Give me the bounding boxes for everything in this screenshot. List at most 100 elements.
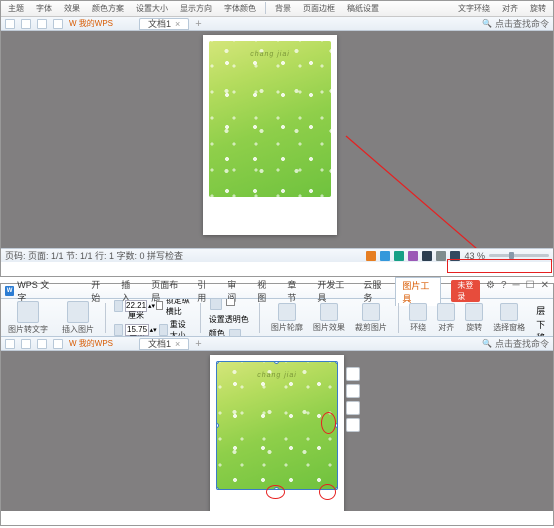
add-tab-icon[interactable]: + xyxy=(195,338,201,350)
compress-icon[interactable] xyxy=(229,329,241,338)
float-rotate-icon[interactable] xyxy=(346,401,360,415)
save-icon[interactable] xyxy=(5,339,15,349)
tab-cloud[interactable]: 云服务 xyxy=(357,277,393,306)
search-hint[interactable]: 🔍 点击查找命令 xyxy=(482,17,549,30)
ribbon-group: 文字环绕 xyxy=(455,3,493,14)
quick-access-toolbar-bot: W 我的WPS 文档1 × + 🔍 点击查找命令 xyxy=(1,337,553,351)
title-bar: W WPS 文字 开始 插入 页面布局 引用 审阅 视图 章节 开发工具 云服务… xyxy=(1,284,553,299)
selection-handle-tl[interactable] xyxy=(216,361,219,364)
status-icon[interactable] xyxy=(422,251,432,261)
document-tab[interactable]: 文档1× xyxy=(139,18,189,30)
ribbon-btn-outline[interactable]: 图片轮廓 xyxy=(268,303,306,333)
close-tab-icon[interactable]: × xyxy=(175,339,180,349)
tab-section[interactable]: 章节 xyxy=(281,277,309,306)
selection-handle-ml[interactable] xyxy=(216,423,219,428)
wps-label: W 我的WPS xyxy=(69,338,113,349)
float-layout-icon[interactable] xyxy=(346,367,360,381)
save-icon[interactable] xyxy=(5,19,15,29)
ribbon-group: 对齐 xyxy=(499,3,521,14)
status-icon[interactable] xyxy=(408,251,418,261)
undo-icon[interactable] xyxy=(21,19,31,29)
bring-forward[interactable]: 上移一层 xyxy=(536,299,549,317)
document-page: chang jiai xyxy=(203,35,337,235)
document-canvas-bot[interactable]: chang jiai xyxy=(1,351,553,511)
member-badge[interactable]: 未登录 xyxy=(451,280,480,302)
status-icon[interactable] xyxy=(436,251,446,261)
undo-icon[interactable] xyxy=(21,339,31,349)
status-icon[interactable] xyxy=(450,251,460,261)
ribbon-btn-crop[interactable]: 裁剪图片 xyxy=(352,303,390,333)
tab-view[interactable]: 视图 xyxy=(251,277,279,306)
status-icon[interactable] xyxy=(366,251,376,261)
tab-developer[interactable]: 开发工具 xyxy=(311,277,355,306)
lock-aspect-checkbox[interactable] xyxy=(156,301,163,310)
close-tab-icon[interactable]: × xyxy=(175,19,180,29)
wps-logo-icon: W xyxy=(5,286,14,296)
page-background-stationery-selected[interactable]: chang jiai xyxy=(216,361,338,490)
selection-handle-bc[interactable] xyxy=(274,487,279,490)
redo-icon[interactable] xyxy=(37,19,47,29)
style-group: 图片轮廓 图片效果 裁剪图片 xyxy=(268,303,390,333)
float-more-icon[interactable] xyxy=(346,418,360,432)
status-icon[interactable] xyxy=(380,251,390,261)
send-backward[interactable]: 下移一层 xyxy=(536,318,549,337)
maximize-icon[interactable]: ☐ xyxy=(526,280,535,302)
redo-icon[interactable] xyxy=(37,339,47,349)
ribbon-group: 主题 xyxy=(5,3,27,14)
ribbon-group: 颜色方案 xyxy=(89,3,127,14)
ribbon-btn-insert-image[interactable]: 插入图片 xyxy=(59,301,97,335)
float-crop-icon[interactable] xyxy=(346,384,360,398)
settings-icon[interactable]: ⚙ xyxy=(486,280,495,302)
zoom-slider[interactable] xyxy=(489,254,549,257)
ribbon-body: 图片转文字 插入图片 22.21厘米▴▾ 锁定纵横比 15.75厘米▴▾ 重设大… xyxy=(1,299,553,337)
print-icon[interactable] xyxy=(53,19,63,29)
minimize-icon[interactable]: ─ xyxy=(513,280,520,302)
width-input[interactable]: 15.75厘米 xyxy=(125,324,148,336)
height-input[interactable]: 22.21厘米 xyxy=(125,300,147,312)
reset-size-icon xyxy=(159,324,168,336)
width-icon xyxy=(114,324,123,336)
document-tab[interactable]: 文档1 × xyxy=(139,338,189,350)
crop-icon xyxy=(362,303,380,321)
align-icon xyxy=(437,303,455,321)
ribbon-btn-selection-pane[interactable]: 选择窗格 xyxy=(490,303,528,333)
stationery-title: chang jiai xyxy=(209,51,331,58)
ribbon-btn-rotate[interactable]: 旋转 xyxy=(462,303,486,333)
top-wps-window: 主题 字体 效果 颜色方案 设置大小 显示方向 字体颜色 背景 页面边框 稿纸设… xyxy=(0,0,554,277)
help-icon[interactable]: ? xyxy=(501,280,507,302)
transparent-check[interactable] xyxy=(226,299,235,306)
doc-tab-label: 文档1 xyxy=(148,337,171,350)
ribbon-group: 设置大小 xyxy=(133,3,171,14)
effect-icon xyxy=(320,303,338,321)
add-tab-icon[interactable]: + xyxy=(195,18,201,30)
ribbon-btn-image-to-text[interactable]: 图片转文字 xyxy=(5,301,51,335)
insert-image-icon xyxy=(67,301,89,323)
image-to-text-icon xyxy=(17,301,39,323)
selection-handle-tc[interactable] xyxy=(274,361,279,364)
rotate-icon xyxy=(465,303,483,321)
ribbon-group: 旋转 xyxy=(527,3,549,14)
selection-handle-br[interactable] xyxy=(335,487,338,490)
ribbon-group: 字体 xyxy=(33,3,55,14)
print-icon[interactable] xyxy=(53,339,63,349)
search-hint[interactable]: 🔍 点击查找命令 xyxy=(482,337,549,350)
outline-icon xyxy=(278,303,296,321)
ribbon-btn-align[interactable]: 对齐 xyxy=(434,303,458,333)
selection-handle-tr[interactable] xyxy=(335,361,338,364)
ribbon-btn-effect[interactable]: 图片效果 xyxy=(310,303,348,333)
selection-handle-mr[interactable] xyxy=(335,423,338,428)
status-icon[interactable] xyxy=(394,251,404,261)
arrange-group: 环绕 对齐 旋转 选择窗格 xyxy=(406,303,528,333)
ribbon-group: 稿纸设置 xyxy=(344,3,382,14)
tab-picture-tools[interactable]: 图片工具 xyxy=(395,277,441,306)
ribbon-btn-wrap[interactable]: 环绕 xyxy=(406,303,430,333)
status-bar: 页码: 页面: 1/1 节: 1/1 行: 1 字数: 0 拼写检查 43 % xyxy=(1,248,553,262)
ribbon-group: 字体颜色 xyxy=(221,3,259,14)
recolor-icon[interactable] xyxy=(210,299,222,310)
size-group: 22.21厘米▴▾ 锁定纵横比 15.75厘米▴▾ 重设大小 xyxy=(113,299,192,337)
ribbon-group: 背景 xyxy=(272,3,294,14)
wrap-icon xyxy=(409,303,427,321)
document-canvas[interactable]: chang jiai xyxy=(1,31,553,248)
zoom-value: 43 % xyxy=(464,251,485,261)
selection-handle-bl[interactable] xyxy=(216,487,219,490)
